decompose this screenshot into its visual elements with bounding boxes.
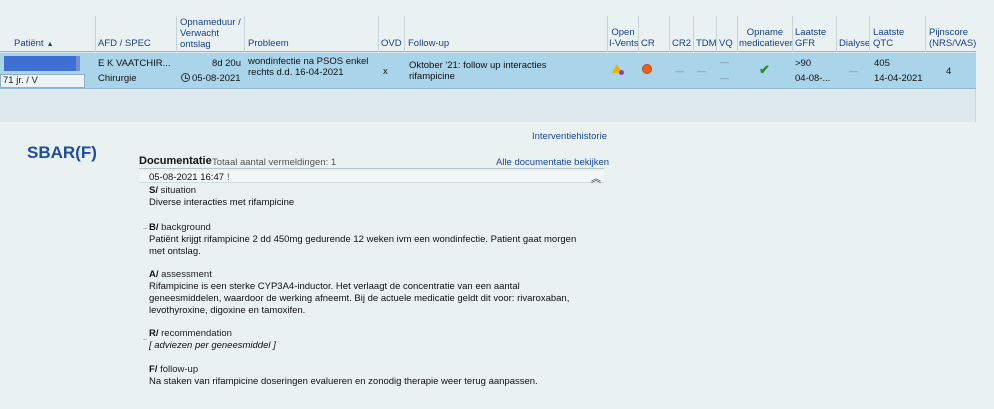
section-followup: F/ follow-up	[149, 364, 199, 375]
warning-badge	[619, 70, 624, 75]
cell-probleem: wondinfectie na PSOS enkel rechts d.d. 1…	[248, 56, 369, 78]
cell-followup: Oktober '21: follow up interacties rifam…	[409, 60, 547, 82]
recommendation-text: [ adviezen per geneesmiddel ]	[149, 340, 276, 351]
cell-ontslag: 05-08-2021	[181, 73, 241, 84]
cell-spec: Chirurgie	[98, 73, 137, 84]
col-patient[interactable]: Patiënt ▲	[14, 38, 54, 50]
cell-duur: 8d 20u	[211, 58, 241, 69]
col-opname-medicatie[interactable]: Opname medicatiever	[739, 27, 793, 49]
section-background: B/ background	[149, 222, 211, 233]
entry-date: 05-08-2021 16:47	[149, 172, 225, 183]
situation-text: Diverse interacties met rifampicine	[149, 197, 295, 208]
col-dialyse[interactable]: Dialyse	[839, 38, 870, 49]
col-afd-spec[interactable]: AFD / SPEC	[98, 38, 151, 49]
divider	[139, 168, 604, 169]
cell-afd: E K VAATCHIR...	[98, 58, 171, 69]
entry-flag: !	[227, 172, 230, 183]
col-probleem[interactable]: Probleem	[248, 38, 289, 49]
cell-vq-1: —	[720, 57, 729, 67]
section-mark	[143, 339, 147, 340]
col-pijnscore[interactable]: Pijnscore (NRS/VAS)	[929, 27, 976, 49]
cell-vq-2: —	[720, 73, 729, 83]
cell-dialyse: —	[849, 66, 858, 76]
documentatie-heading: Documentatie	[139, 155, 212, 167]
cell-pijnscore: 4	[946, 66, 952, 77]
col-tdm[interactable]: TDM	[696, 38, 717, 49]
assessment-text: Rifampicine is een sterke CYP3A4-inducto…	[149, 281, 570, 316]
collapse-chevron-icon[interactable]: ︽	[591, 170, 601, 185]
col-open-ivents[interactable]: Open I-Vents	[609, 27, 639, 49]
col-opnameduur[interactable]: Opnameduur / Verwacht ontslag	[180, 17, 241, 50]
redacted-patient-name	[4, 56, 80, 71]
col-followup[interactable]: Follow-up	[408, 38, 449, 49]
cell-gfr: >90	[795, 58, 812, 69]
interventiehistorie-link[interactable]: Interventiehistorie	[532, 131, 607, 142]
clock-icon	[181, 73, 190, 82]
sort-ascending-icon: ▲	[46, 41, 54, 48]
alle-documentatie-link[interactable]: Alle documentatie bekijken	[496, 157, 609, 168]
col-laatste-gfr[interactable]: Laatste GFR	[795, 27, 826, 49]
cell-qtc: 405	[874, 58, 890, 69]
section-assessment: A/ assessment	[149, 269, 212, 280]
col-cr2[interactable]: CR2	[672, 38, 691, 49]
followup-text: Na staken van rifampicine doseringen eva…	[149, 376, 538, 387]
section-mark	[143, 228, 147, 229]
cell-qtc-date: 14-04-2021	[874, 73, 923, 84]
sbar-title: SBAR(F)	[27, 143, 97, 162]
section-recommendation: R/ recommendation	[149, 328, 232, 339]
cell-tdm: —	[697, 66, 706, 76]
patient-age-sex: 71 jr. / V	[0, 74, 85, 88]
cell-ovd: x	[383, 66, 388, 77]
cell-cr2: —	[675, 66, 684, 76]
background-text: Patiënt krijgt rifampicine 2 dd 450mg ge…	[149, 234, 577, 257]
cr-status-icon[interactable]	[642, 64, 652, 74]
checkmark-icon: ✔	[759, 62, 770, 77]
col-ovd[interactable]: OVD	[381, 38, 402, 49]
cell-gfr-date: 04-08-...	[795, 73, 831, 84]
documentatie-count: Totaal aantal vermeldingen: 1	[212, 157, 337, 168]
col-vq[interactable]: VQ	[719, 38, 733, 49]
col-cr[interactable]: CR	[641, 38, 655, 49]
table-header: Patiënt ▲ AFD / SPEC Opnameduur / Verwach…	[0, 0, 976, 52]
col-laatste-qtc[interactable]: Laatste QTC	[873, 27, 904, 49]
section-situation: S/ situation	[149, 185, 197, 196]
patient-table: Patiënt ▲ AFD / SPEC Opnameduur / Verwach…	[0, 0, 976, 122]
